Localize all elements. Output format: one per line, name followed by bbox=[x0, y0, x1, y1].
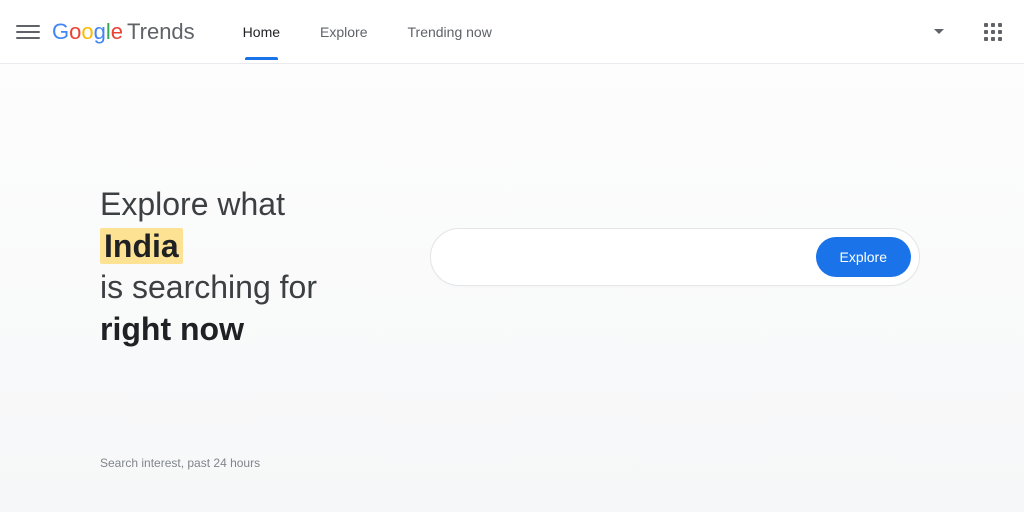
google-apps-icon[interactable] bbox=[984, 23, 1002, 41]
tab-home[interactable]: Home bbox=[227, 4, 296, 60]
region-dropdown-icon[interactable] bbox=[934, 29, 944, 34]
search-input[interactable] bbox=[451, 248, 816, 266]
headline-line4: right now bbox=[100, 311, 244, 347]
header-right bbox=[934, 23, 1008, 41]
tab-explore[interactable]: Explore bbox=[304, 4, 383, 60]
hamburger-menu-icon[interactable] bbox=[16, 20, 40, 44]
tab-trending-now[interactable]: Trending now bbox=[392, 4, 508, 60]
google-trends-logo[interactable]: Google Trends bbox=[52, 19, 195, 45]
main-nav: Home Explore Trending now bbox=[227, 4, 508, 60]
headline-line3: is searching for bbox=[100, 269, 317, 305]
search-interest-label: Search interest, past 24 hours bbox=[100, 456, 260, 470]
trends-wordmark: Trends bbox=[127, 19, 195, 45]
headline-line1: Explore what bbox=[100, 186, 285, 222]
google-wordmark: Google bbox=[52, 19, 123, 45]
headline-highlight: India bbox=[100, 228, 183, 264]
search-box: Explore bbox=[430, 228, 920, 286]
hero-content: Explore what India is searching for righ… bbox=[100, 64, 1024, 350]
search-wrap: Explore bbox=[430, 228, 920, 286]
hero-section: Explore what India is searching for righ… bbox=[0, 64, 1024, 512]
hero-headline: Explore what India is searching for righ… bbox=[100, 184, 410, 350]
header-bar: Google Trends Home Explore Trending now bbox=[0, 0, 1024, 64]
explore-button[interactable]: Explore bbox=[816, 237, 911, 277]
